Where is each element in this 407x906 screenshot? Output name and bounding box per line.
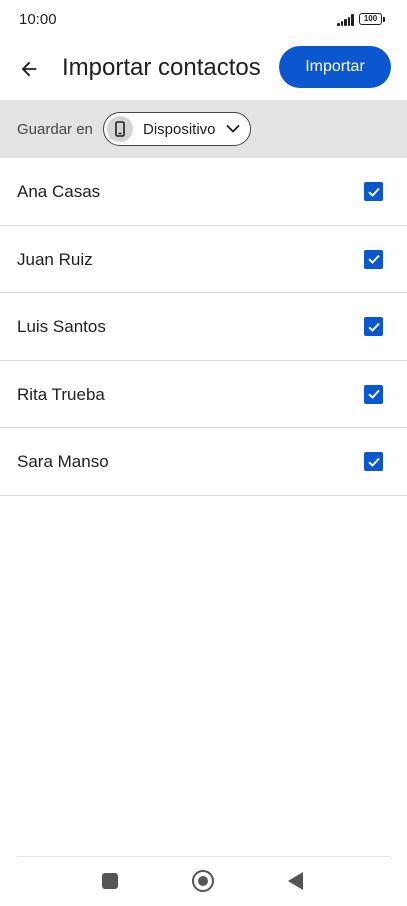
check-icon bbox=[367, 322, 380, 332]
account-selector[interactable]: Dispositivo bbox=[103, 112, 251, 146]
page-title: Importar contactos bbox=[62, 54, 261, 81]
contact-name: Luis Santos bbox=[17, 317, 106, 337]
contact-name: Rita Trueba bbox=[17, 384, 105, 404]
contact-checkbox[interactable] bbox=[364, 452, 383, 472]
back-button[interactable] bbox=[9, 49, 49, 89]
arrow-left-icon bbox=[21, 61, 37, 77]
check-icon bbox=[367, 254, 380, 265]
contact-checkbox[interactable] bbox=[364, 249, 383, 269]
status-bar: 10:00 100 bbox=[0, 0, 407, 40]
contact-name: Sara Manso bbox=[17, 452, 109, 472]
contact-row[interactable]: Juan Ruiz bbox=[0, 226, 407, 294]
contact-checkbox[interactable] bbox=[364, 317, 383, 337]
home-icon[interactable] bbox=[192, 870, 214, 892]
contact-checkbox[interactable] bbox=[364, 384, 383, 404]
contact-row[interactable]: Rita Trueba bbox=[0, 361, 407, 429]
contact-row[interactable]: Sara Manso bbox=[0, 428, 407, 496]
check-icon bbox=[367, 187, 380, 197]
check-icon bbox=[367, 457, 380, 467]
save-to-label: Guardar en bbox=[17, 121, 93, 138]
back-triangle-icon[interactable] bbox=[288, 872, 303, 890]
contact-checkbox[interactable] bbox=[364, 182, 383, 201]
import-button[interactable]: Importar bbox=[279, 46, 391, 88]
contact-row[interactable]: Luis Santos bbox=[0, 293, 407, 361]
app-bar: Importar contactos Importar bbox=[0, 40, 407, 100]
signal-icon bbox=[337, 14, 355, 26]
contact-name: Juan Ruiz bbox=[17, 249, 93, 269]
phone-icon bbox=[107, 116, 133, 142]
contact-name: Ana Casas bbox=[17, 182, 101, 201]
contact-row[interactable]: Ana Casas bbox=[0, 158, 407, 226]
battery-icon: 100 bbox=[359, 13, 382, 25]
chevron-down-icon bbox=[226, 124, 240, 134]
status-time: 10:00 bbox=[19, 11, 57, 28]
contacts-list: Ana Casas Juan Ruiz Luis Santos Rita Tru… bbox=[0, 158, 407, 496]
account-label: Dispositivo bbox=[143, 120, 216, 138]
battery-tip bbox=[383, 17, 385, 22]
recents-icon[interactable] bbox=[102, 873, 118, 889]
check-icon bbox=[367, 390, 380, 400]
system-nav-bar bbox=[0, 857, 407, 906]
save-to-bar: Guardar en Dispositivo bbox=[0, 100, 407, 158]
